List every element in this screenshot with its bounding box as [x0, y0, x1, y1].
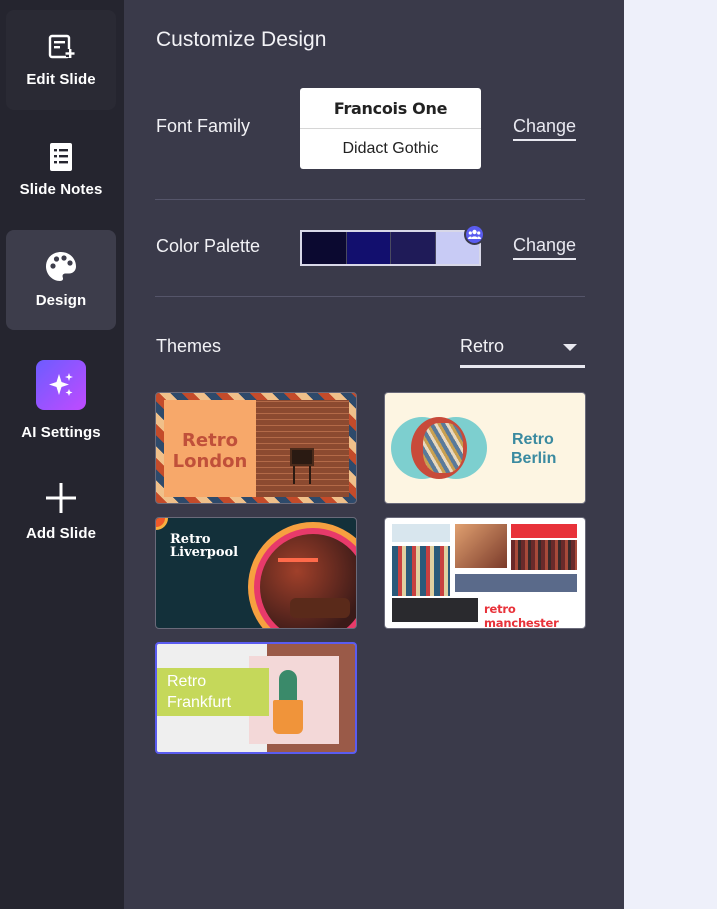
theme-card-retro-london[interactable]: Retro London [155, 392, 357, 504]
customize-design-panel: Customize Design Font Family Francois On… [124, 0, 624, 909]
palette-swatch [346, 232, 391, 264]
panel-title: Customize Design [156, 28, 327, 51]
font-family-preview[interactable]: Francois One Didact Gothic [300, 88, 481, 169]
palette-swatch [391, 232, 436, 264]
theme-title-line1: Retro [512, 431, 554, 448]
theme-title-line2: London [172, 451, 248, 472]
change-font-button[interactable]: Change [513, 116, 577, 141]
theme-card-retro-frankfurt[interactable]: Retro Frankfurt [155, 642, 357, 754]
theme-title-line1: retro manchester [484, 602, 559, 629]
theme-card-retro-liverpool[interactable]: Retro Liverpool [155, 517, 357, 629]
sidebar-item-label: AI Settings [21, 424, 101, 441]
cameras-photo [423, 423, 463, 473]
sidebar-item-label: Add Slide [25, 525, 97, 542]
theme-card-retro-manchester[interactable]: retro manchester [384, 517, 586, 629]
tv-photo [256, 400, 349, 497]
theme-category-value: Retro [460, 336, 505, 356]
photo-thumb [511, 540, 577, 570]
sparkle-icon [6, 360, 116, 410]
theme-title-line2: Liverpool [170, 545, 239, 560]
photo-thumb [392, 546, 450, 596]
themes-label: Themes [156, 336, 222, 356]
sidebar: Edit Slide Slide Notes Design AI Setting… [0, 0, 124, 909]
divider [155, 199, 585, 200]
theme-title-line2: Berlin [511, 450, 557, 467]
sidebar-item-ai-settings[interactable]: AI Settings [6, 350, 116, 450]
photo-thumb [455, 524, 507, 568]
sidebar-item-edit-slide[interactable]: Edit Slide [6, 10, 116, 110]
notes-icon [6, 140, 116, 174]
plus-icon [6, 481, 116, 515]
theme-thumb-panel: Retro London [164, 400, 256, 497]
heading-font-name: Francois One [300, 88, 481, 129]
sidebar-item-design[interactable]: Design [6, 230, 116, 330]
people-group-icon [464, 224, 485, 245]
sidebar-item-label: Edit Slide [26, 71, 96, 88]
color-palette-preview[interactable] [300, 230, 481, 266]
sidebar-item-label: Design [35, 292, 87, 309]
sidebar-item-label: Slide Notes [19, 181, 103, 198]
theme-title-line2: Frankfurt [167, 694, 232, 711]
theme-card-retro-berlin[interactable]: Retro Berlin [384, 392, 586, 504]
sidebar-item-slide-notes[interactable]: Slide Notes [6, 120, 116, 220]
theme-title-line1: Retro [182, 430, 238, 451]
font-family-label: Font Family [156, 116, 251, 136]
caret-down-icon [563, 344, 577, 351]
body-font-name: Didact Gothic [342, 139, 439, 157]
sidebar-item-add-slide[interactable]: Add Slide [6, 465, 116, 565]
divider [155, 296, 585, 297]
change-palette-button[interactable]: Change [513, 235, 577, 260]
color-palette-label: Color Palette [156, 236, 261, 256]
slide-canvas-area [624, 0, 717, 909]
theme-category-select[interactable]: Retro [460, 334, 585, 368]
palette-icon [6, 250, 116, 284]
palette-swatch [302, 232, 347, 264]
theme-title-line1: Retro [167, 673, 207, 690]
edit-slide-icon [6, 30, 116, 64]
